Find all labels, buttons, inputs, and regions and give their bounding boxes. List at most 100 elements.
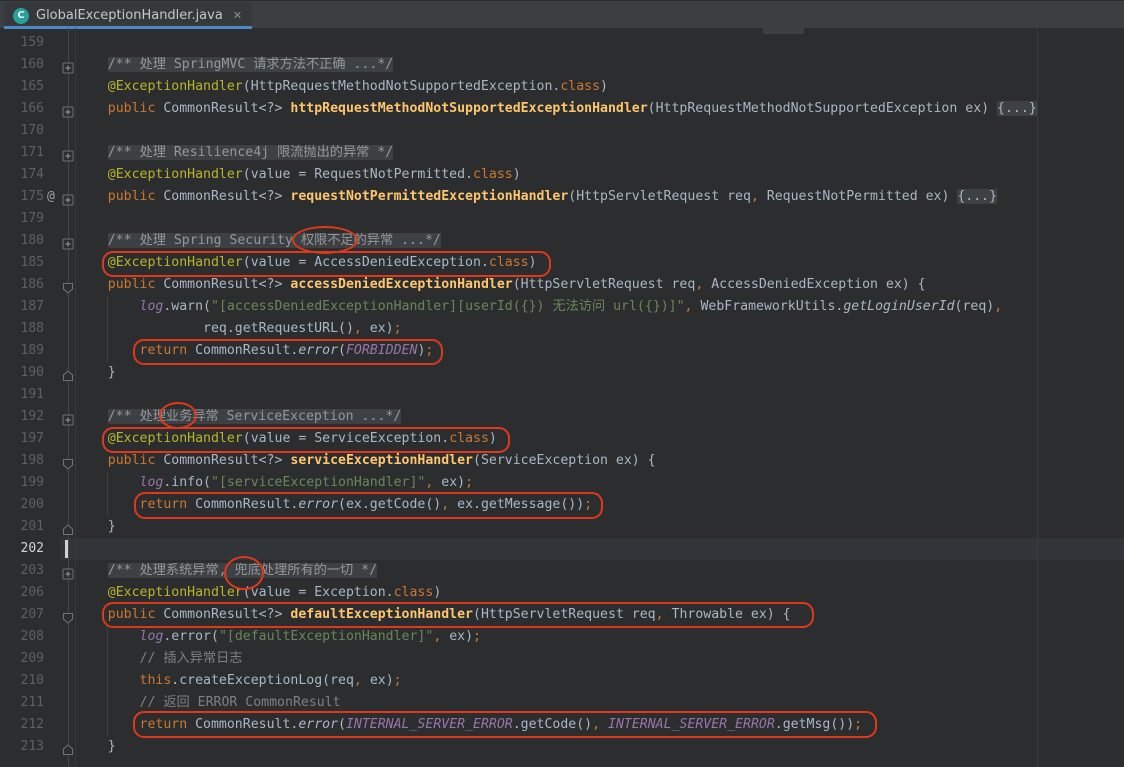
line-number[interactable]: 188	[0, 318, 44, 340]
line-number[interactable]: 180	[0, 230, 44, 252]
code-line-text: /** 处理 SpringMVC 请求方法不正确 ...*/	[76, 54, 393, 76]
red-annotation-rect	[102, 427, 510, 453]
code-line[interactable]: 190 }	[0, 362, 1124, 384]
annotation-gutter-icon[interactable]: @	[47, 186, 55, 208]
line-number[interactable]: 190	[0, 362, 44, 384]
fold-end-icon[interactable]	[62, 521, 74, 533]
code-line-text: @ExceptionHandler(HttpRequestMethodNotSu…	[76, 76, 608, 98]
fold-collapsed-icon[interactable]	[62, 565, 74, 577]
java-class-icon: C	[13, 8, 29, 24]
code-line-text: // 插入异常日志	[76, 648, 242, 670]
code-line[interactable]: 171 /** 处理 Resilience4j 限流抛出的异常 */	[0, 142, 1124, 164]
code-line[interactable]: 170	[0, 120, 1124, 142]
code-line[interactable]: 210 this.createExceptionLog(req, ex);	[0, 670, 1124, 692]
code-line-text: @ExceptionHandler(value = Exception.clas…	[76, 582, 441, 604]
fold-collapsed-icon[interactable]	[62, 191, 74, 203]
line-number[interactable]: 174	[0, 164, 44, 186]
code-line[interactable]: 165 @ExceptionHandler(HttpRequestMethodN…	[0, 76, 1124, 98]
code-line[interactable]: 187 log.warn("[accessDeniedExceptionHand…	[0, 296, 1124, 318]
code-line[interactable]: 186 public CommonResult<?> accessDeniedE…	[0, 274, 1124, 296]
code-line-text: }	[76, 516, 116, 538]
line-number[interactable]: 198	[0, 450, 44, 472]
line-number[interactable]: 171	[0, 142, 44, 164]
line-number[interactable]: 175	[0, 186, 44, 208]
code-line[interactable]: 179	[0, 208, 1124, 230]
line-number[interactable]: 187	[0, 296, 44, 318]
code-line[interactable]: 206 @ExceptionHandler(value = Exception.…	[0, 582, 1124, 604]
red-annotation-ellipse	[292, 226, 358, 254]
code-line[interactable]: 203 /** 处理系统异常, 兜底处理所有的一切 */	[0, 560, 1124, 582]
fold-end-icon[interactable]	[62, 367, 74, 379]
code-line[interactable]: 201 }	[0, 516, 1124, 538]
line-number[interactable]: 186	[0, 274, 44, 296]
fold-start-icon[interactable]	[62, 455, 74, 467]
fold-collapsed-icon[interactable]	[62, 103, 74, 115]
red-annotation-rect	[102, 251, 551, 277]
fold-collapsed-icon[interactable]	[62, 235, 74, 247]
line-number[interactable]: 179	[0, 208, 44, 230]
line-number[interactable]: 159	[0, 32, 44, 54]
fold-start-icon[interactable]	[62, 609, 74, 621]
fold-start-icon[interactable]	[62, 279, 74, 291]
red-annotation-rect	[133, 711, 877, 738]
code-line[interactable]: 159	[0, 32, 1124, 54]
code-line[interactable]: 208 log.error("[defaultExceptionHandler]…	[0, 626, 1124, 648]
code-line[interactable]: 198 public CommonResult<?> serviceExcept…	[0, 450, 1124, 472]
line-number[interactable]: 206	[0, 582, 44, 604]
line-number[interactable]: 210	[0, 670, 44, 692]
code-line[interactable]: 180 /** 处理 Spring Security 权限不足的异常 ...*/	[0, 230, 1124, 252]
tab-close-icon[interactable]: ✕	[233, 9, 242, 22]
code-line[interactable]: 202	[0, 538, 1124, 560]
line-number[interactable]: 209	[0, 648, 44, 670]
line-number[interactable]: 189	[0, 340, 44, 362]
code-line[interactable]: 213 }	[0, 736, 1124, 758]
line-number[interactable]: 201	[0, 516, 44, 538]
line-number[interactable]: 203	[0, 560, 44, 582]
fold-collapsed-icon[interactable]	[62, 411, 74, 423]
line-number[interactable]: 185	[0, 252, 44, 274]
line-number[interactable]: 200	[0, 494, 44, 516]
line-number[interactable]: 199	[0, 472, 44, 494]
code-line-text: public CommonResult<?> requestNotPermitt…	[76, 186, 997, 208]
line-number[interactable]: 170	[0, 120, 44, 142]
code-line-text: this.createExceptionLog(req, ex);	[76, 670, 402, 692]
editor-tab-bar: C GlobalExceptionHandler.java ✕	[0, 0, 1124, 28]
code-line[interactable]: 175@ public CommonResult<?> requestNotPe…	[0, 186, 1124, 208]
fold-end-icon[interactable]	[62, 741, 74, 753]
line-number[interactable]: 208	[0, 626, 44, 648]
fold-collapsed-icon[interactable]	[62, 147, 74, 159]
line-number[interactable]: 211	[0, 692, 44, 714]
code-line-text: /** 处理 Spring Security 权限不足的异常 ...*/	[76, 230, 441, 252]
line-number[interactable]: 165	[0, 76, 44, 98]
line-number[interactable]: 191	[0, 384, 44, 406]
line-number[interactable]: 202	[0, 538, 44, 560]
code-line[interactable]: 188 req.getRequestURL(), ex);	[0, 318, 1124, 340]
code-line-text: }	[76, 362, 116, 384]
code-line-text: public CommonResult<?> accessDeniedExcep…	[76, 274, 926, 296]
line-number[interactable]: 207	[0, 604, 44, 626]
fold-collapsed-icon[interactable]	[62, 59, 74, 71]
code-line[interactable]: 174 @ExceptionHandler(value = RequestNot…	[0, 164, 1124, 186]
code-line-text: log.error("[defaultExceptionHandler]", e…	[76, 626, 481, 648]
code-line-text: public CommonResult<?> serviceExceptionH…	[76, 450, 656, 472]
line-number[interactable]: 166	[0, 98, 44, 120]
text-caret	[65, 540, 68, 558]
line-number[interactable]: 197	[0, 428, 44, 450]
code-line[interactable]: 160 /** 处理 SpringMVC 请求方法不正确 ...*/	[0, 54, 1124, 76]
code-line-text: log.warn("[accessDeniedExceptionHandler]…	[76, 296, 1002, 318]
code-line-text: public CommonResult<?> httpRequestMethod…	[76, 98, 1037, 120]
tab-title: GlobalExceptionHandler.java	[36, 8, 223, 23]
code-line-text: }	[76, 736, 116, 758]
code-line-text: @ExceptionHandler(value = RequestNotPerm…	[76, 164, 521, 186]
code-line[interactable]: 199 log.info("[serviceExceptionHandler]"…	[0, 472, 1124, 494]
line-number[interactable]: 192	[0, 406, 44, 428]
red-annotation-rect	[134, 492, 603, 519]
code-line[interactable]: 166 public CommonResult<?> httpRequestMe…	[0, 98, 1124, 120]
tab-global-exception-handler[interactable]: C GlobalExceptionHandler.java ✕	[4, 2, 252, 29]
code-line[interactable]: 209 // 插入异常日志	[0, 648, 1124, 670]
red-annotation-rect	[133, 339, 443, 365]
red-annotation-ellipse	[159, 402, 197, 429]
line-number[interactable]: 160	[0, 54, 44, 76]
line-number[interactable]: 213	[0, 736, 44, 758]
line-number[interactable]: 212	[0, 714, 44, 736]
